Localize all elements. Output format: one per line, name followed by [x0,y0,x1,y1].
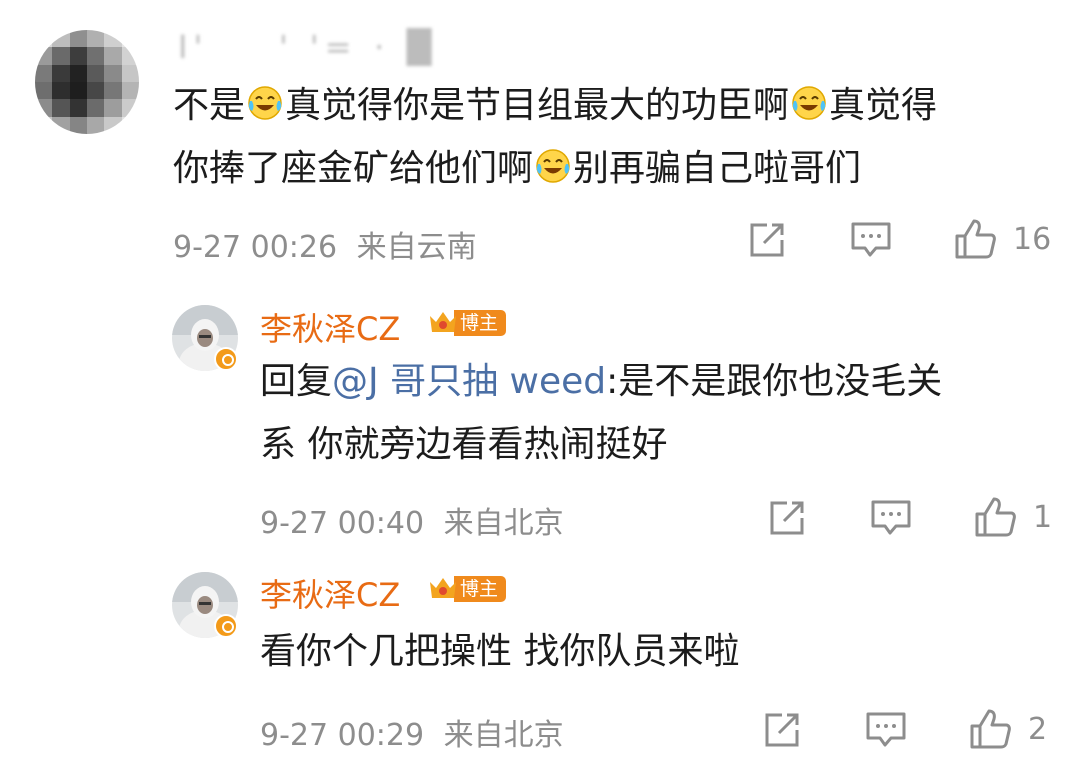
like-icon[interactable] [973,495,1017,539]
comment-text: 回复@J 哥只抽 weed:是不是跟你也没毛关 系 你就旁边看看热闹挺好 [260,350,942,476]
comment-line-2: 系 你就旁边看看热闹挺好 [260,424,668,465]
crown-icon [430,312,456,332]
comment-text: 不是 真觉得你是节目组最大的功臣啊 真觉得 你捧了座金矿给他们啊 别再骗自己啦哥们 [173,74,937,200]
comment-line-1-text: :是不是跟你也没毛关 [606,361,943,402]
share-icon[interactable] [767,498,807,538]
like-icon[interactable] [968,707,1012,751]
comment-text-segment: 不是 [173,85,246,126]
author-name[interactable]: I' ' '= · █ [178,28,437,66]
comment-icon[interactable] [870,498,912,538]
comment-line-2: 你捧了座金矿给他们啊 别再骗自己啦哥们 [173,137,937,200]
reply-prefix: 回复 [260,361,333,402]
crown-icon [430,578,456,598]
badge-label: 博主 [454,310,507,336]
comment-icon[interactable] [850,220,892,260]
like-count: 2 [1028,712,1048,747]
timestamp: 9-27 00:26 [173,230,338,265]
comment-1: I' ' '= · █ 不是 真觉得你是节目组最大的功臣啊 真觉得 你捧了座金矿给他… [0,0,1080,280]
comment-text-segment: 真觉得你是节目组最大的功臣啊 [285,85,790,126]
timestamp: 9-27 00:29 [260,718,425,753]
verified-icon [214,614,238,638]
avatar[interactable] [35,30,139,134]
comment-text-segment: 你捧了座金矿给他们啊 [173,148,534,189]
author-name[interactable]: 李秋泽CZ [260,304,400,350]
share-icon[interactable] [747,220,787,260]
comment-meta: 9-27 00:40 来自北京 [260,498,564,542]
location: 来自云南 [356,230,477,265]
laugh-cry-emoji [792,86,826,120]
comment-text-segment: 别再骗自己啦哥们 [573,148,862,189]
like-count: 16 [1013,222,1052,257]
reply-comment-1: 李秋泽CZ 博主 回复@J 哥只抽 weed:是不是跟你也没毛关 系 你就旁边看… [0,290,1080,550]
comment-meta: 9-27 00:26 来自云南 [173,222,477,266]
timestamp: 9-27 00:40 [260,506,425,541]
laugh-cry-emoji [248,86,282,120]
mention-link[interactable]: @J 哥只抽 weed [332,361,606,402]
like-count: 1 [1033,500,1053,535]
comment-text-segment: 真觉得 [829,85,938,126]
location: 来自北京 [443,506,564,541]
comment-line-1: 不是 真觉得你是节目组最大的功臣啊 真觉得 [173,74,937,137]
pixelated-avatar-image [35,30,139,134]
blogger-badge: 博主 [428,308,507,338]
comment-icon[interactable] [865,710,907,750]
author-name[interactable]: 李秋泽CZ [260,570,400,616]
reply-comment-2: 李秋泽CZ 博主 看你个几把操性 找你队员来啦 9-27 00:29 来自北京 … [0,560,1080,777]
comment-line-1: 回复@J 哥只抽 weed:是不是跟你也没毛关 [260,350,942,413]
share-icon[interactable] [762,710,802,750]
comment-line-1: 看你个几把操性 找你队员来啦 [260,631,740,672]
badge-label: 博主 [454,576,507,602]
laugh-cry-emoji [536,149,570,183]
location: 来自北京 [443,718,564,753]
comment-meta: 9-27 00:29 来自北京 [260,710,564,754]
verified-icon [214,347,238,371]
like-icon[interactable] [953,217,997,261]
comment-text: 看你个几把操性 找你队员来啦 [260,620,739,683]
blogger-badge: 博主 [428,574,507,604]
